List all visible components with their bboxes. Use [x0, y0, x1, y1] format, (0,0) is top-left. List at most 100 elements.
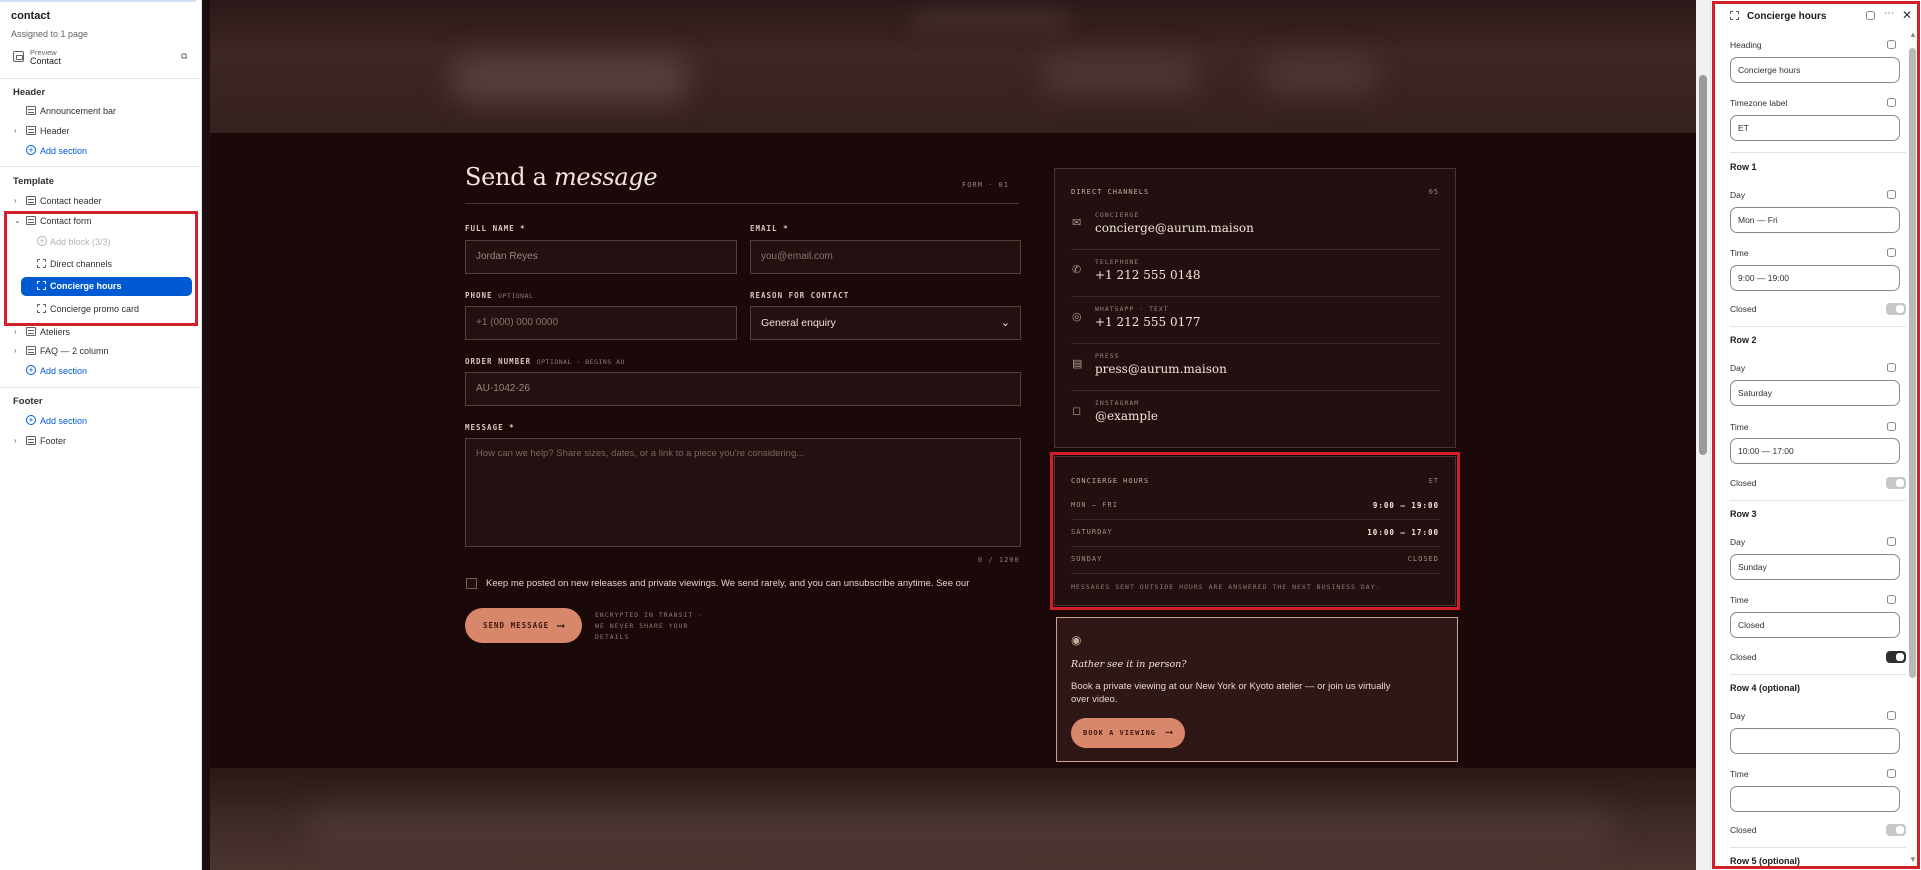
- divider: [1730, 152, 1906, 153]
- row-1-closed-toggle[interactable]: [1886, 303, 1906, 315]
- divider: [1730, 500, 1906, 501]
- database-icon[interactable]: [1887, 769, 1896, 778]
- panel-scrollbar[interactable]: ▲ ▼: [1909, 28, 1917, 868]
- sidebar-item-announcement-bar[interactable]: Announcement bar: [0, 102, 202, 120]
- book-viewing-button[interactable]: BOOK A VIEWING ⟶: [1071, 718, 1185, 748]
- add-section-button-footer[interactable]: + Add section: [0, 412, 202, 430]
- divider: [0, 387, 202, 388]
- press-icon: ▤: [1072, 358, 1083, 370]
- section-icon: [26, 327, 36, 336]
- direct-channels-card: DIRECT CHANNELS 05 ✉ CONCIERGE concierge…: [1054, 168, 1456, 448]
- row-2-closed-toggle[interactable]: [1886, 477, 1906, 489]
- row-2-time-input[interactable]: 10:00 — 17:00: [1730, 438, 1900, 464]
- block-label: Concierge hours: [50, 281, 122, 291]
- row-3-closed-label: Closed: [1730, 652, 1757, 662]
- database-icon[interactable]: [1887, 537, 1896, 546]
- row-4-time-input[interactable]: [1730, 786, 1900, 812]
- chevron-right-icon[interactable]: ›: [14, 327, 17, 336]
- database-icon[interactable]: [1866, 11, 1875, 20]
- row-3-closed-toggle[interactable]: [1886, 651, 1906, 663]
- database-icon[interactable]: [1887, 190, 1896, 199]
- phone-input[interactable]: +1 (000) 000 0000: [465, 306, 737, 340]
- database-icon[interactable]: [1887, 711, 1896, 720]
- add-section-button-template[interactable]: + Add section: [0, 362, 202, 380]
- channel-concierge[interactable]: ✉ CONCIERGE concierge@aurum.maison: [1055, 203, 1455, 250]
- newsletter-checkbox[interactable]: [466, 578, 477, 589]
- add-block-button[interactable]: + Add block (3/3): [0, 233, 202, 251]
- chevron-down-icon[interactable]: ⌄: [14, 216, 21, 225]
- add-block-label: Add block (3/3): [50, 237, 111, 247]
- section-icon: [26, 346, 36, 355]
- scrollbar-thumb[interactable]: [1909, 48, 1916, 678]
- full-name-input[interactable]: Jordan Reyes: [465, 240, 737, 274]
- canvas-scrollbar[interactable]: [1696, 0, 1710, 870]
- sidebar-item-header[interactable]: › Header: [0, 122, 202, 140]
- channel-press[interactable]: ▤ PRESS press@aurum.maison: [1055, 344, 1455, 391]
- scroll-up-icon[interactable]: ▲: [1909, 30, 1917, 39]
- sidebar-item-label: FAQ — 2 column: [40, 346, 109, 356]
- channel-value: @example: [1095, 409, 1159, 423]
- chevron-right-icon[interactable]: ›: [14, 436, 17, 445]
- external-link-icon[interactable]: ⧉: [181, 51, 191, 61]
- block-concierge-promo-card[interactable]: Concierge promo card: [0, 300, 202, 318]
- row-4-closed-toggle[interactable]: [1886, 824, 1906, 836]
- database-icon[interactable]: [1887, 363, 1896, 372]
- database-icon[interactable]: [1887, 595, 1896, 604]
- scroll-down-icon[interactable]: ▼: [1909, 855, 1917, 864]
- sidebar-item-footer[interactable]: › Footer: [0, 432, 202, 450]
- chevron-right-icon[interactable]: ›: [14, 196, 17, 205]
- row-5-title: Row 5 (optional): [1730, 856, 1800, 866]
- preview-selector[interactable]: Preview Contact ⧉: [11, 47, 191, 67]
- message-textarea[interactable]: How can we help? Share sizes, dates, or …: [465, 438, 1021, 547]
- reason-select[interactable]: General enquiry ⌄: [750, 306, 1021, 340]
- divider: [1730, 847, 1906, 848]
- channel-label: WHATSAPP · TEXT: [1095, 305, 1169, 313]
- sidebar-item-contact-form[interactable]: ⌄ Contact form: [0, 212, 202, 230]
- concierge-hours-card[interactable]: CONCIERGE HOURS ET MON — FRI 9:00 — 19:0…: [1054, 456, 1456, 606]
- form-rule: [465, 203, 1019, 204]
- group-footer: Footer: [13, 396, 43, 407]
- send-message-button[interactable]: SEND MESSAGE ⟶: [465, 608, 582, 643]
- channel-instagram[interactable]: ◻ INSTAGRAM @example: [1055, 391, 1455, 438]
- heading-input[interactable]: Concierge hours: [1730, 57, 1900, 83]
- sidebar-item-ateliers[interactable]: › Ateliers: [0, 323, 202, 341]
- reason-label: REASON FOR CONTACT: [750, 291, 850, 300]
- row-3-time-input[interactable]: Closed: [1730, 612, 1900, 638]
- sidebar-item-contact-header[interactable]: › Contact header: [0, 192, 202, 210]
- block-direct-channels[interactable]: Direct channels: [0, 255, 202, 273]
- order-input[interactable]: AU-1042-26: [465, 372, 1021, 406]
- channel-telephone[interactable]: ✆ TELEPHONE +1 212 555 0148: [1055, 250, 1455, 297]
- row-2-day-input[interactable]: Saturday: [1730, 380, 1900, 406]
- add-section-button-header[interactable]: + Add section: [0, 142, 202, 160]
- timezone-input[interactable]: ET: [1730, 115, 1900, 141]
- row-4-day-input[interactable]: [1730, 728, 1900, 754]
- close-icon[interactable]: ✕: [1902, 8, 1912, 22]
- phone-icon: ✆: [1072, 264, 1082, 276]
- database-icon[interactable]: [1887, 40, 1896, 49]
- row-1-day-input[interactable]: Mon — Fri: [1730, 207, 1900, 233]
- hours-day: SUNDAY: [1071, 555, 1103, 563]
- row-4-title: Row 4 (optional): [1730, 683, 1800, 693]
- mail-icon: ✉: [1072, 217, 1082, 229]
- channel-whatsapp[interactable]: ◎ WHATSAPP · TEXT +1 212 555 0177: [1055, 297, 1455, 344]
- divider: [0, 166, 202, 167]
- database-icon[interactable]: [1887, 422, 1896, 431]
- scrollbar-thumb[interactable]: [1699, 75, 1707, 455]
- database-icon[interactable]: [1887, 98, 1896, 107]
- row-4-day-label: Day: [1730, 711, 1746, 721]
- row-1-time-input[interactable]: 9:00 — 19:00: [1730, 265, 1900, 291]
- channels-number: 05: [1428, 188, 1439, 196]
- database-icon[interactable]: [1887, 248, 1896, 257]
- sidebar-item-faq[interactable]: › FAQ — 2 column: [0, 342, 202, 360]
- row-3-day-label: Day: [1730, 537, 1746, 547]
- plus-circle-icon: +: [26, 415, 36, 425]
- preview-canvas: Send a message FORM · 01 FULL NAME * Jor…: [202, 0, 1710, 870]
- top-progress-line: [0, 0, 196, 2]
- email-input[interactable]: you@email.com: [750, 240, 1021, 274]
- row-3-day-input[interactable]: Sunday: [1730, 554, 1900, 580]
- chevron-right-icon[interactable]: ›: [14, 126, 17, 135]
- block-concierge-hours[interactable]: Concierge hours: [0, 277, 202, 296]
- row-3-title: Row 3: [1730, 509, 1757, 519]
- chevron-right-icon[interactable]: ›: [14, 346, 17, 355]
- more-options-icon[interactable]: ⋯: [1884, 8, 1894, 19]
